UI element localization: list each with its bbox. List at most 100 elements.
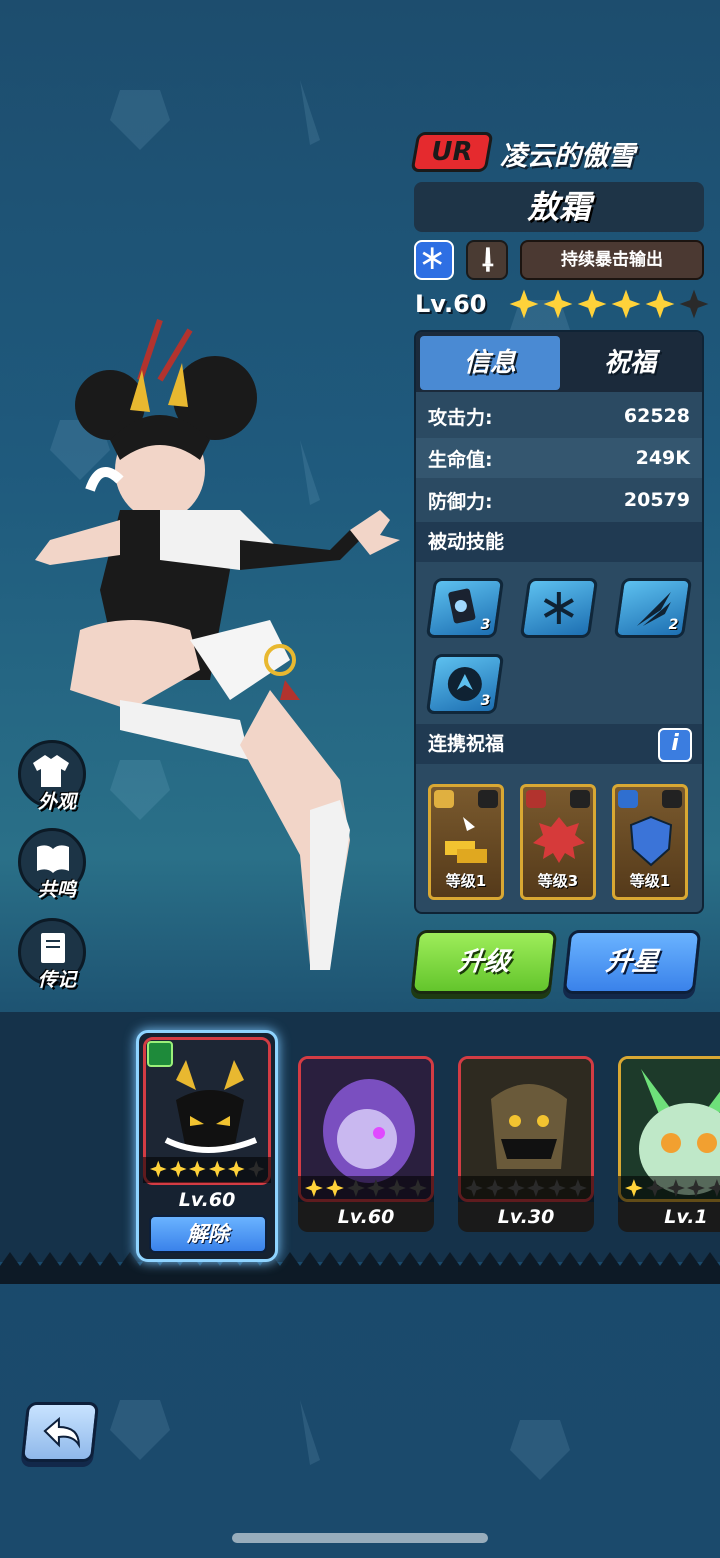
combo-card-level: 等级1: [445, 872, 487, 890]
team-badge-icon: [147, 1041, 173, 1067]
hero-name: 敖霜: [414, 182, 704, 232]
combo-card-level: 等级3: [537, 872, 579, 890]
star-empty-icon: [464, 1179, 483, 1197]
pet-level: Lv.1: [618, 1202, 720, 1232]
star-empty-icon: [485, 1179, 504, 1197]
passive-skill-2[interactable]: [519, 578, 599, 638]
stat-row-hp: 生命值: 249K: [416, 438, 702, 478]
star-filled-icon: [169, 1160, 187, 1178]
hero-stars: [508, 288, 710, 324]
stat-label: 防御力:: [428, 490, 493, 513]
combo-card-2[interactable]: 等级3: [520, 784, 596, 900]
star-filled-icon: [611, 289, 641, 319]
pet-level: Lv.60: [298, 1202, 434, 1232]
passive-skill-1[interactable]: 3: [425, 578, 505, 638]
side-button-resonance[interactable]: 共鸣: [18, 828, 86, 901]
snowflake-burst-icon: [543, 592, 574, 624]
star-empty-icon: [666, 1179, 685, 1197]
combo-card-3[interactable]: 等级1: [612, 784, 688, 900]
stat-label: 生命值:: [428, 448, 493, 471]
stat-label: 攻击力:: [428, 406, 493, 429]
side-button-appearance[interactable]: 外观: [18, 740, 86, 813]
card-link-icon: [478, 790, 498, 808]
panel-tabs: 信息 祝福: [416, 332, 702, 392]
star-empty-icon: [367, 1179, 386, 1197]
element-ice-icon[interactable]: [414, 240, 454, 280]
card-type-icon: [618, 790, 638, 808]
stat-row-attack: 攻击力: 62528: [416, 396, 702, 436]
skill-level: 2: [668, 617, 679, 633]
back-arrow-icon: [43, 1416, 80, 1449]
rarity-badge: UR: [410, 132, 494, 172]
star-filled-icon: [188, 1160, 206, 1178]
stat-value: 20579: [623, 489, 690, 511]
stat-row-defense: 防御力: 20579: [416, 480, 702, 520]
info-panel: 信息 祝福 攻击力: 62528 生命值: 249K 防御力: 20579 被动…: [414, 330, 704, 914]
pet-level: Lv.60: [143, 1185, 271, 1215]
star-filled-icon: [325, 1179, 344, 1197]
star-filled-icon: [304, 1179, 323, 1197]
pet-stars: [458, 1176, 594, 1202]
pet-stars: [298, 1176, 434, 1202]
star-empty-icon: [708, 1179, 720, 1197]
star-empty-icon: [527, 1179, 546, 1197]
pet-card-4[interactable]: Lv.1: [618, 1056, 720, 1232]
hero-level: Lv.60: [415, 290, 487, 318]
unequip-button[interactable]: 解除: [149, 1215, 267, 1253]
star-empty-icon: [548, 1179, 567, 1197]
stat-value: 249K: [635, 447, 690, 469]
tab-blessing[interactable]: 祝福: [560, 336, 700, 390]
side-button-label: 传记: [37, 969, 76, 991]
class-sword-icon[interactable]: [466, 240, 508, 280]
blue-shield-icon: [629, 815, 673, 867]
book-icon: [37, 845, 69, 873]
star-empty-icon: [409, 1179, 427, 1197]
side-button-label: 外观: [37, 791, 76, 813]
pet-card-2[interactable]: Lv.60: [298, 1056, 434, 1232]
journal-icon: [41, 933, 65, 963]
star-filled-icon: [645, 289, 675, 319]
star-filled-icon: [208, 1160, 226, 1178]
gold-bars-icon: [445, 817, 487, 863]
star-filled-icon: [227, 1160, 245, 1178]
home-indicator[interactable]: [232, 1533, 488, 1543]
star-filled-icon: [577, 289, 607, 319]
star-filled-icon: [509, 289, 539, 319]
passive-skill-3[interactable]: 2: [613, 578, 693, 638]
skill-level: 3: [480, 617, 491, 633]
pet-card-3[interactable]: Lv.30: [458, 1056, 594, 1232]
back-button[interactable]: [20, 1402, 100, 1462]
shirt-icon: [33, 755, 69, 787]
side-button-biography[interactable]: 传记: [18, 918, 86, 991]
upgrade-button[interactable]: 升级: [410, 930, 558, 994]
passive-skill-4[interactable]: 3: [425, 654, 505, 714]
star-empty-icon: [388, 1179, 407, 1197]
star-empty-icon: [506, 1179, 525, 1197]
star-empty-icon: [569, 1179, 587, 1197]
side-button-label: 共鸣: [37, 879, 76, 901]
combo-info-button[interactable]: i: [658, 728, 692, 762]
star-empty-icon: [645, 1179, 664, 1197]
star-empty-icon: [247, 1160, 265, 1178]
card-type-icon: [526, 790, 546, 808]
combo-card-1[interactable]: 等级1: [428, 784, 504, 900]
rarity-text: UR: [431, 137, 473, 167]
star-filled-icon: [149, 1160, 167, 1178]
hero-title: 凌云的傲雪: [500, 141, 635, 172]
card-link-icon: [662, 790, 682, 808]
pet-stars: [143, 1157, 271, 1183]
skill-level: 3: [480, 693, 491, 709]
stat-value: 62528: [623, 405, 690, 427]
pet-card-1[interactable]: Lv.60 解除: [136, 1030, 278, 1262]
star-empty-icon: [346, 1179, 365, 1197]
star-up-button[interactable]: 升星: [562, 930, 702, 994]
strip-spike-border: [0, 1252, 720, 1284]
pet-stars: [618, 1176, 720, 1202]
role-tag: 持续暴击输出: [520, 240, 704, 280]
card-type-icon: [434, 790, 454, 808]
tab-info[interactable]: 信息: [420, 336, 560, 390]
combo-card-level: 等级1: [629, 872, 671, 890]
card-link-icon: [570, 790, 590, 808]
star-filled-icon: [543, 289, 573, 319]
star-filled-icon: [624, 1179, 643, 1197]
